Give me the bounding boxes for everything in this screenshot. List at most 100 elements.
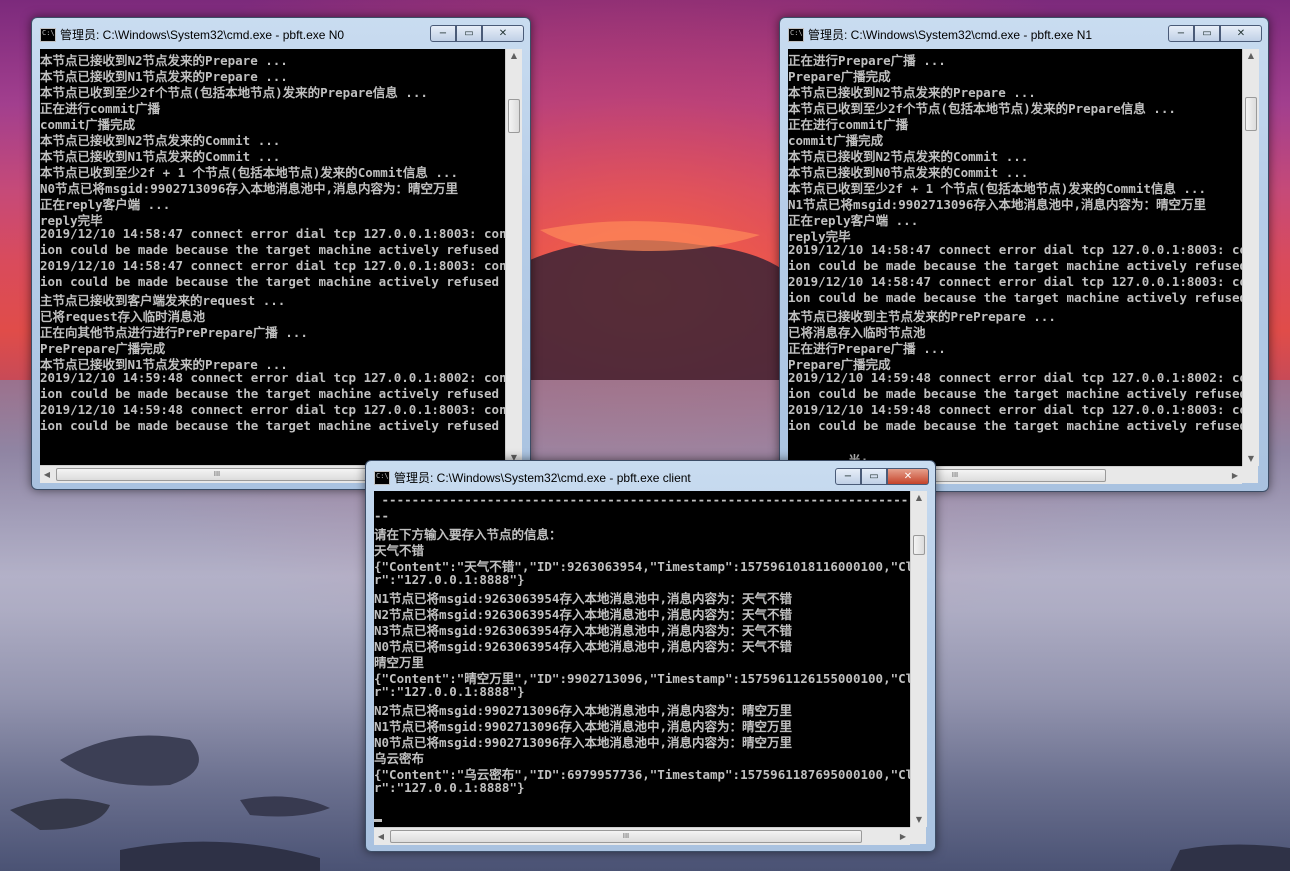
scroll-up-arrow-icon[interactable]: ▲ [911,491,927,505]
console-window-n0[interactable]: C:\ 管理员: C:\Windows\System32\cmd.exe - p… [31,17,531,490]
console-line: 本节点已收到至少2f个节点(包括本地节点)发来的Prepare信息 ... [788,101,1176,116]
console-line: 天气不错 [374,543,425,558]
console-line: 正在进行Prepare广播 ... [788,53,946,68]
console-line: reply完毕 [788,229,851,244]
horizontal-scrollbar[interactable]: ◀ III ▶ [374,827,910,845]
console-line: 2019/12/10 14:59:48 connect error dial t… [788,370,1242,385]
console-line: 本节点已接收到N1节点发来的Prepare ... [40,69,288,84]
console-line: Prepare广播完成 [788,357,891,372]
console-line: 本节点已接收到N2节点发来的Prepare ... [788,85,1036,100]
console-line: ion could be made because the target mac… [40,242,505,257]
console-line: 正在向其他节点进行进行PrePrepare广播 ... [40,325,308,340]
vertical-scroll-thumb[interactable] [508,99,520,133]
scroll-up-arrow-icon[interactable]: ▲ [506,49,522,63]
console-line: PrePrepare广播完成 [40,341,166,356]
console-line: N0节点已将msgid:9902713096存入本地消息池中,消息内容为：晴空万… [374,735,792,750]
console-line: 请在下方输入要存入节点的信息： [374,527,562,542]
console-line: 主节点已接收到客户端发来的request ... [40,293,286,308]
scroll-left-arrow-icon[interactable]: ◀ [40,466,54,483]
horizontal-scroll-thumb[interactable]: III [56,468,378,481]
scrollbar-corner [910,827,926,844]
console-line: N3节点已将msgid:9263063954存入本地消息池中,消息内容为：天气不… [374,623,792,638]
cmd-app-icon: C:\ [788,28,804,42]
vertical-scrollbar[interactable]: ▲ ▼ [505,49,522,465]
minimize-button[interactable]: − [1168,25,1194,42]
console-line: ion could be made because the target mac… [788,386,1242,401]
console-line: N0节点已将msgid:9263063954存入本地消息池中,消息内容为：天气不… [374,639,792,654]
console-line: {"Content":"晴空万里","ID":9902713096,"Times… [374,671,910,686]
console-line: reply完毕 [40,213,103,228]
console-line: 已将request存入临时消息池 [40,309,206,324]
console-line: 本节点已接收到N1节点发来的Prepare ... [40,357,288,372]
console-line: 本节点已接收到主节点发来的PrePrepare ... [788,309,1056,324]
console-window-client[interactable]: C:\ 管理员: C:\Windows\System32\cmd.exe - p… [365,460,936,852]
close-button[interactable]: ✕ [887,468,929,485]
close-button[interactable]: ✕ [1220,25,1262,42]
vertical-scroll-thumb[interactable] [1245,97,1257,131]
vertical-scrollbar[interactable]: ▲ ▼ [1242,49,1259,466]
console-line: -- [374,508,390,523]
console-line: 本节点已接收到N2节点发来的Commit ... [788,149,1029,164]
console-line: 本节点已接收到N2节点发来的Prepare ... [40,53,288,68]
title-bar[interactable]: C:\ 管理员: C:\Windows\System32\cmd.exe - p… [32,18,530,48]
scroll-down-arrow-icon[interactable]: ▼ [911,813,927,827]
vertical-scrollbar[interactable]: ▲ ▼ [910,491,927,827]
console-line: 本节点已接收到N1节点发来的Commit ... [40,149,281,164]
title-bar[interactable]: C:\ 管理员: C:\Windows\System32\cmd.exe - p… [366,461,935,491]
console-line: 2019/12/10 14:58:47 connect error dial t… [788,274,1242,289]
console-line: N1节点已将msgid:9263063954存入本地消息池中,消息内容为：天气不… [374,591,792,606]
console-line: N1节点已将msgid:9902713096存入本地消息池中,消息内容为：晴空万… [374,719,792,734]
console-window-n1[interactable]: C:\ 管理员: C:\Windows\System32\cmd.exe - p… [779,17,1269,492]
maximize-button[interactable]: ▭ [861,468,887,485]
console-line: ion could be made because the target mac… [40,386,505,401]
console-line: 正在进行commit广播 [40,101,161,116]
horizontal-scroll-thumb[interactable]: III [390,830,862,843]
console-line: 已将消息存入临时节点池 [788,325,926,340]
scroll-up-arrow-icon[interactable]: ▲ [1243,49,1259,63]
scroll-down-arrow-icon[interactable]: ▼ [1243,452,1259,466]
console-output[interactable]: ----------------------------------------… [374,491,910,827]
console-line: ion could be made because the target mac… [788,258,1242,273]
scroll-right-arrow-icon[interactable]: ▶ [1228,467,1242,484]
vertical-scroll-thumb[interactable] [913,535,925,555]
console-line: ion could be made because the target mac… [788,290,1242,305]
console-line: 本节点已接收到N0节点发来的Commit ... [788,165,1029,180]
console-line: 正在进行Prepare广播 ... [788,341,946,356]
scroll-right-arrow-icon[interactable]: ▶ [896,828,910,845]
console-line: N2节点已将msgid:9902713096存入本地消息池中,消息内容为：晴空万… [374,703,792,718]
console-line: 2019/12/10 14:59:48 connect error dial t… [40,370,505,385]
console-output[interactable]: 正在进行Prepare广播 ... Prepare广播完成 本节点已接收到N2节点发… [788,49,1242,466]
maximize-button[interactable]: ▭ [1194,25,1220,42]
text-cursor [374,819,382,822]
console-line: 本节点已收到至少2f + 1 个节点(包括本地节点)发来的Commit信息 ..… [788,181,1206,196]
minimize-button[interactable]: − [835,468,861,485]
scroll-left-arrow-icon[interactable]: ◀ [374,828,388,845]
console-output[interactable]: 本节点已接收到N2节点发来的Prepare ... 本节点已接收到N1节点发来的P… [40,49,505,465]
minimize-button[interactable]: − [430,25,456,42]
console-line: r":"127.0.0.1:8888"} [374,684,525,699]
console-line: 正在reply客户端 ... [788,213,919,228]
cmd-app-icon: C:\ [374,471,390,485]
scrollbar-corner [1242,466,1258,483]
title-bar[interactable]: C:\ 管理员: C:\Windows\System32\cmd.exe - p… [780,18,1268,48]
console-line: r":"127.0.0.1:8888"} [374,780,525,795]
console-line: 2019/12/10 14:58:47 connect error dial t… [40,226,505,241]
console-line: 正在reply客户端 ... [40,197,171,212]
console-line: ion could be made because the target mac… [788,418,1242,433]
window-title: 管理员: C:\Windows\System32\cmd.exe - pbft.… [394,471,691,485]
console-line [374,812,910,827]
console-line: 正在进行commit广播 [788,117,909,132]
close-button[interactable]: ✕ [482,25,524,42]
maximize-button[interactable]: ▭ [456,25,482,42]
console-line: N1节点已将msgid:9902713096存入本地消息池中,消息内容为：晴空万… [788,197,1206,212]
console-line: {"Content":"乌云密布","ID":6979957736,"Times… [374,767,910,782]
console-line: 本节点已接收到N2节点发来的Commit ... [40,133,281,148]
console-line: 2019/12/10 14:59:48 connect error dial t… [40,402,505,417]
console-line: ----------------------------------------… [374,492,909,507]
console-line: N0节点已将msgid:9902713096存入本地消息池中,消息内容为：晴空万… [40,181,458,196]
console-line: 2019/12/10 14:58:47 connect error dial t… [40,258,505,273]
console-line: 本节点已收到至少2f + 1 个节点(包括本地节点)发来的Commit信息 ..… [40,165,458,180]
console-line: 2019/12/10 14:59:48 connect error dial t… [788,402,1242,417]
